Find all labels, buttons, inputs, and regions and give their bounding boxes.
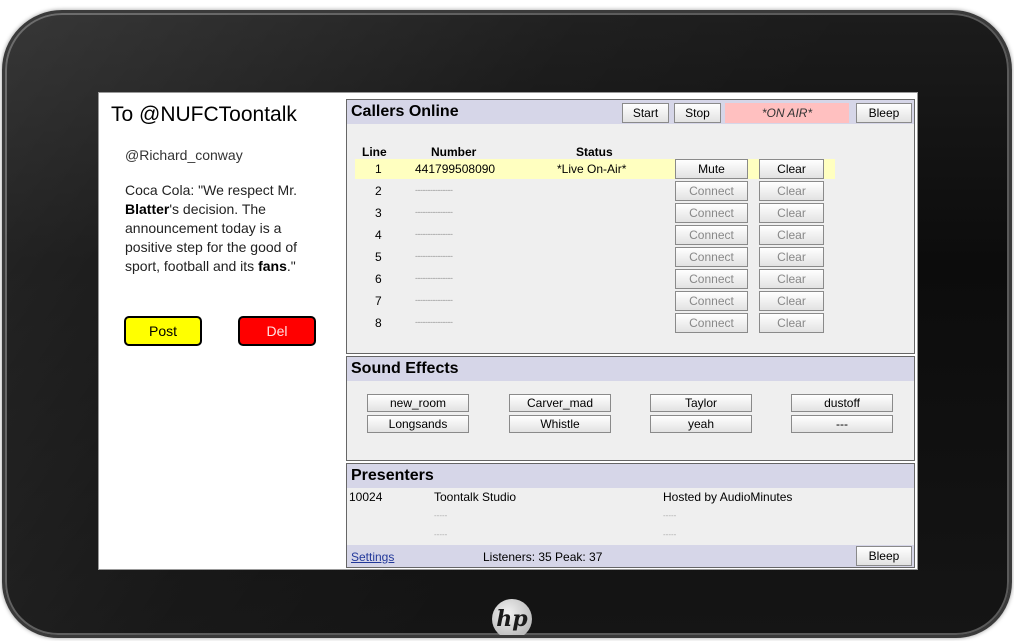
tweet-text-bold: Blatter [125,201,170,217]
clear-button[interactable]: Clear [759,181,824,201]
connect-button[interactable]: Connect [675,203,748,223]
clear-button[interactable]: Clear [759,247,824,267]
sound-effect-button[interactable]: yeah [650,415,752,433]
caller-row: 1 441799508090 *Live On-Air* Mute Clear [355,159,835,179]
tweet-recipient-title: To @NUFCToontalk [111,103,297,126]
caller-phone-number: --------------- [415,317,453,327]
sound-effect-button[interactable]: Longsands [367,415,469,433]
column-header-number: Number [431,145,477,159]
caller-phone-number: --------------- [415,229,453,239]
stop-button[interactable]: Stop [674,103,721,123]
caller-row: 8 --------------- Connect Clear [355,313,835,333]
connect-button[interactable]: Connect [675,313,748,333]
presenters-title: Presenters [347,464,914,488]
caller-line-number: 4 [375,228,382,242]
caller-phone-number: --------------- [415,295,453,305]
clear-button[interactable]: Clear [759,203,824,223]
presenter-blank: ----- [663,511,677,520]
clear-button[interactable]: Clear [759,159,824,179]
clear-button[interactable]: Clear [759,269,824,289]
caller-phone-number: --------------- [415,185,453,195]
listeners-count: Listeners: 35 Peak: 37 [483,550,603,564]
presenter-hosted-by: Hosted by AudioMinutes [663,490,793,504]
caller-line-number: 5 [375,250,382,264]
presenters-footer: Settings Listeners: 35 Peak: 37 Bleep [347,545,914,567]
caller-row: 2 --------------- Connect Clear [355,181,835,201]
caller-row: 3 --------------- Connect Clear [355,203,835,223]
callers-online-panel: Callers Online Start Stop *ON AIR* Bleep… [346,99,915,354]
sound-effect-button[interactable]: --- [791,415,893,433]
sound-effect-button[interactable]: dustoff [791,394,893,412]
presenter-blank: ----- [663,530,677,539]
caller-phone-number: 441799508090 [415,162,496,176]
sound-effects-panel: Sound Effects new_room Carver_mad Taylor du… [346,356,915,461]
column-header-line: Line [362,145,387,159]
caller-row: 5 --------------- Connect Clear [355,247,835,267]
presenter-blank: ----- [434,530,448,539]
caller-line-number: 3 [375,206,382,220]
start-button[interactable]: Start [622,103,669,123]
tweet-text-part: Coca Cola: "We respect Mr. [125,182,297,198]
connect-button[interactable]: Connect [675,291,748,311]
caller-row: 6 --------------- Connect Clear [355,269,835,289]
sound-effect-button[interactable]: Taylor [650,394,752,412]
tweet-author-handle: @Richard_conway [125,147,243,163]
connect-button[interactable]: Connect [675,181,748,201]
post-button[interactable]: Post [124,316,202,346]
column-header-status: Status [576,145,613,159]
clear-button[interactable]: Clear [759,313,824,333]
caller-line-number: 1 [375,162,382,176]
caller-status: *Live On-Air* [557,162,627,176]
connect-button[interactable]: Connect [675,247,748,267]
hp-logo: hp [492,599,532,635]
connect-button[interactable]: Connect [675,225,748,245]
tweet-panel: To @NUFCToontalk @Richard_conway Coca Co… [99,93,344,569]
presenters-panel: Presenters 10024 Toontalk Studio Hosted … [346,463,915,568]
tweet-text-part: ." [286,258,296,274]
caller-line-number: 7 [375,294,382,308]
caller-line-number: 2 [375,184,382,198]
mute-button[interactable]: Mute [675,159,748,179]
caller-row: 7 --------------- Connect Clear [355,291,835,311]
clear-button[interactable]: Clear [759,291,824,311]
caller-phone-number: --------------- [415,273,453,283]
settings-link[interactable]: Settings [351,550,394,564]
caller-line-number: 8 [375,316,382,330]
on-air-indicator: *ON AIR* [725,103,849,123]
bleep-button-footer[interactable]: Bleep [856,546,912,566]
caller-phone-number: --------------- [415,251,453,261]
connect-button[interactable]: Connect [675,269,748,289]
tweet-text-bold: fans [258,258,287,274]
caller-line-number: 6 [375,272,382,286]
sound-effect-button[interactable]: Carver_mad [509,394,611,412]
caller-row: 4 --------------- Connect Clear [355,225,835,245]
presenter-blank: ----- [434,511,448,520]
app-screen: To @NUFCToontalk @Richard_conway Coca Co… [98,92,918,570]
bleep-button[interactable]: Bleep [856,103,912,123]
caller-phone-number: --------------- [415,207,453,217]
sound-effect-button[interactable]: new_room [367,394,469,412]
clear-button[interactable]: Clear [759,225,824,245]
presenter-studio: Toontalk Studio [434,490,517,504]
sound-effects-title: Sound Effects [347,357,914,381]
tweet-text: Coca Cola: "We respect Mr. Blatter's dec… [125,181,325,276]
presenter-id: 10024 [349,490,383,504]
delete-button[interactable]: Del [238,316,316,346]
sound-effect-button[interactable]: Whistle [509,415,611,433]
